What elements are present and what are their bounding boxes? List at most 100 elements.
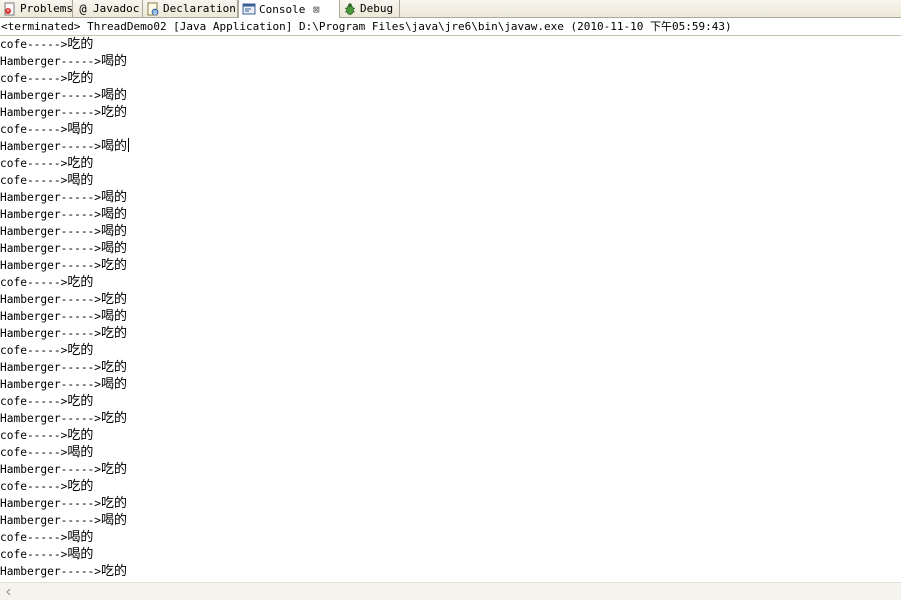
console-line-key: Hamberger-----> [0,565,102,578]
console-line: Hamberger----->喝的 [0,512,901,529]
console-line-value: 喝的 [101,139,128,154]
console-line: Hamberger----->喝的 [0,53,901,70]
console-line: Hamberger----->吃的 [0,495,901,512]
console-line-value: 喝的 [67,445,94,460]
console-line-key: Hamberger-----> [0,208,102,221]
tab-javadoc-label: Javadoc [93,2,140,15]
console-line-key: cofe-----> [0,531,68,544]
console-line-value: 吃的 [67,343,94,358]
console-line-key: Hamberger-----> [0,514,102,527]
console-line-key: Hamberger-----> [0,225,102,238]
console-line: Hamberger----->喝的 [0,87,901,104]
console-line-key: Hamberger-----> [0,310,102,323]
console-line-key: Hamberger-----> [0,463,102,476]
console-line: Hamberger----->吃的 [0,410,901,427]
console-line-key: cofe-----> [0,72,68,85]
console-line-key: Hamberger-----> [0,106,102,119]
console-line-value: 吃的 [67,71,94,86]
console-line-value: 吃的 [67,156,94,171]
console-line: cofe----->吃的 [0,155,901,172]
console-line-key: cofe-----> [0,429,68,442]
console-line: Hamberger----->吃的 [0,461,901,478]
console-line-value: 喝的 [101,377,128,392]
console-line-key: cofe-----> [0,276,68,289]
tab-problems-label: Problems [20,2,73,15]
console-line-value: 喝的 [67,530,94,545]
at-icon: @ [79,1,87,16]
console-line-value: 喝的 [101,513,128,528]
console-line: cofe----->喝的 [0,546,901,563]
console-line-key: Hamberger-----> [0,412,102,425]
console-line-value: 吃的 [101,496,128,511]
tab-declaration-label: Declaration [163,2,236,15]
scroll-left-arrow-icon[interactable] [0,583,17,600]
declaration-icon: @ [146,2,160,16]
console-line: cofe----->吃的 [0,70,901,87]
console-line: Hamberger----->喝的 [0,138,901,155]
console-line-key: Hamberger-----> [0,259,102,272]
close-icon[interactable]: ⊠ [311,3,321,16]
console-line: Hamberger----->吃的 [0,359,901,376]
console-line-key: Hamberger-----> [0,140,102,153]
console-line-key: Hamberger-----> [0,89,102,102]
console-line-value: 吃的 [101,564,128,579]
console-line-value: 喝的 [101,54,128,69]
console-line: cofe----->吃的 [0,342,901,359]
console-line-value: 吃的 [67,479,94,494]
console-line: cofe----->喝的 [0,121,901,138]
console-line: Hamberger----->喝的 [0,189,901,206]
console-line-value: 喝的 [101,207,128,222]
console-icon [242,2,256,16]
console-line-key: Hamberger-----> [0,293,102,306]
tab-debug[interactable]: Debug [340,0,400,17]
console-line: cofe----->吃的 [0,393,901,410]
console-line-key: Hamberger-----> [0,378,102,391]
tab-javadoc[interactable]: @ Javadoc [73,0,143,17]
console-line-value: 喝的 [101,88,128,103]
horizontal-scrollbar[interactable] [0,582,901,600]
tab-problems[interactable]: Problems [0,0,73,17]
console-line: Hamberger----->吃的 [0,563,901,580]
problems-icon [3,2,17,16]
console-line: Hamberger----->吃的 [0,104,901,121]
console-line-value: 吃的 [67,275,94,290]
bug-icon [343,2,357,16]
console-line: cofe----->吃的 [0,36,901,53]
console-line-value: 吃的 [101,258,128,273]
console-line-key: cofe-----> [0,344,68,357]
tab-declaration[interactable]: @ Declaration [143,0,238,17]
console-status-line: <terminated> ThreadDemo02 [Java Applicat… [0,18,901,36]
console-line: Hamberger----->喝的 [0,376,901,393]
console-line-key: Hamberger-----> [0,55,102,68]
console-line: Hamberger----->喝的 [0,308,901,325]
console-line: Hamberger----->喝的 [0,206,901,223]
console-line-value: 吃的 [101,411,128,426]
console-line: Hamberger----->吃的 [0,291,901,308]
console-line-key: cofe-----> [0,174,68,187]
console-line: cofe----->吃的 [0,274,901,291]
tab-console-label: Console [259,2,306,16]
console-line-key: Hamberger-----> [0,497,102,510]
console-output[interactable]: cofe----->吃的 Hamberger----->喝的 cofe----->吃… [0,36,901,582]
console-line-key: cofe-----> [0,38,68,51]
console-line-key: Hamberger-----> [0,361,102,374]
console-line-key: Hamberger-----> [0,327,102,340]
console-line-value: 吃的 [101,360,128,375]
console-line-key: cofe-----> [0,446,68,459]
console-line-key: cofe-----> [0,480,68,493]
tab-console[interactable]: Console ⊠ [238,0,340,18]
console-line-value: 喝的 [101,309,128,324]
console-line-value: 吃的 [101,326,128,341]
text-caret [128,138,130,152]
console-line: Hamberger----->吃的 [0,325,901,342]
console-line: cofe----->喝的 [0,529,901,546]
console-line-value: 喝的 [101,241,128,256]
console-line-value: 吃的 [101,105,128,120]
console-line: Hamberger----->喝的 [0,240,901,257]
console-line-value: 喝的 [101,190,128,205]
console-line-key: cofe-----> [0,395,68,408]
console-line-value: 吃的 [67,394,94,409]
svg-text:@: @ [153,10,158,16]
console-line-value: 吃的 [101,292,128,307]
console-line-value: 喝的 [101,224,128,239]
